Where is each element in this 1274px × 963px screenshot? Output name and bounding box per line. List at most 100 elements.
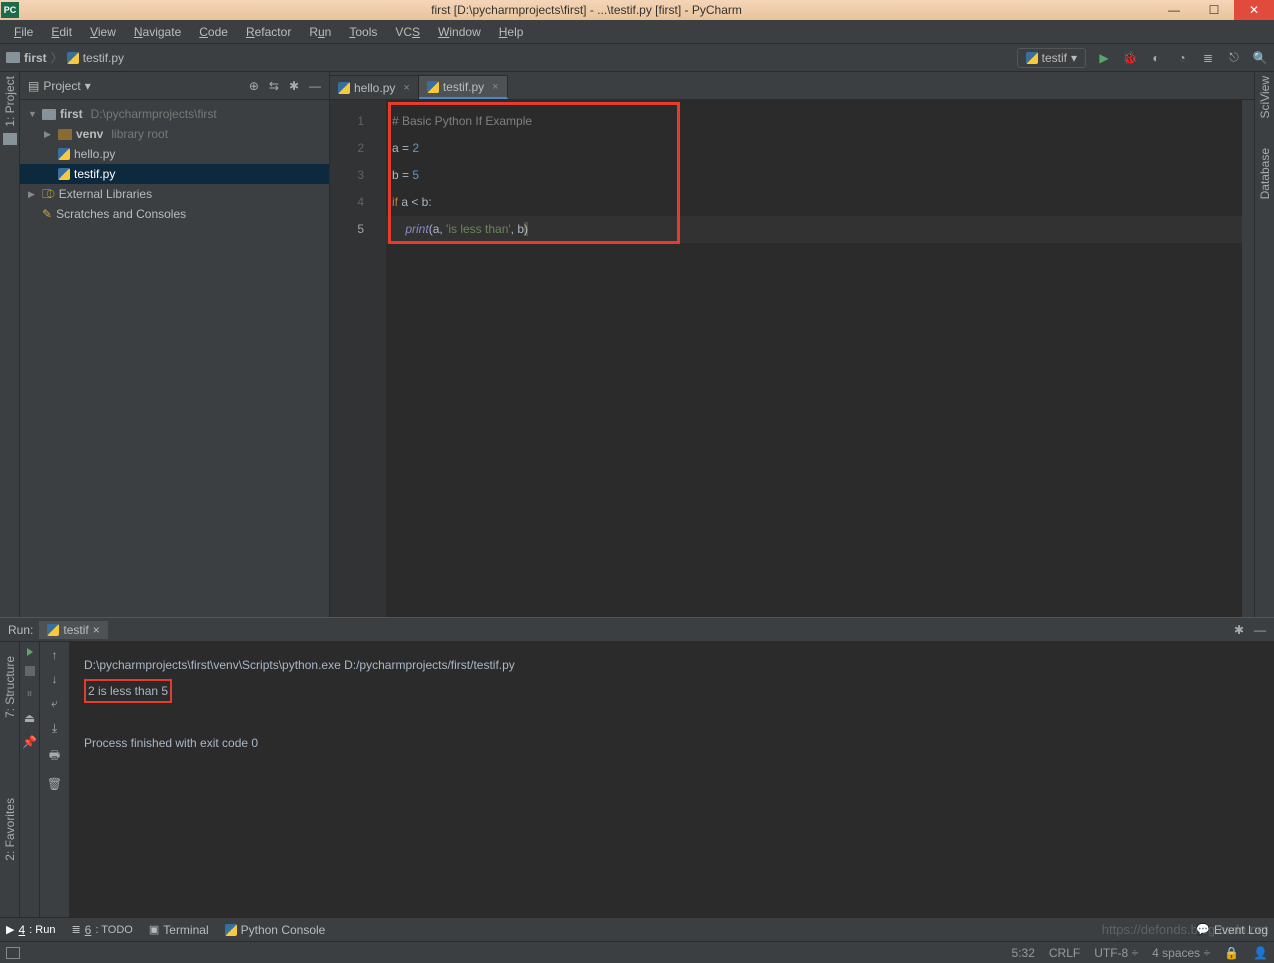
code-content[interactable]: # Basic Python If Example a = 2 b = 5 if… xyxy=(386,100,1242,617)
python-file-icon xyxy=(427,81,439,93)
settings-gear-icon[interactable]: ✱ xyxy=(1234,623,1244,637)
close-button[interactable]: ✕ xyxy=(1234,0,1274,20)
code-editor[interactable]: 12345 # Basic Python If Example a = 2 b … xyxy=(330,100,1254,617)
python-file-icon xyxy=(58,148,70,160)
stop-button[interactable] xyxy=(25,666,35,676)
debug-button[interactable]: 🐞 xyxy=(1122,50,1138,66)
attach-button[interactable]: ⎋ xyxy=(1226,50,1242,66)
run-config-dropdown[interactable]: testif ▾ xyxy=(1017,48,1086,68)
status-encoding[interactable]: UTF-8 ÷ xyxy=(1094,946,1138,960)
sidebar-tab-database[interactable]: Database xyxy=(1258,148,1272,199)
console-exit-message: Process finished with exit code 0 xyxy=(84,730,1260,756)
pycharm-logo-icon: PC xyxy=(1,2,19,18)
python-file-icon xyxy=(1026,52,1038,64)
menu-window[interactable]: Window xyxy=(430,23,489,41)
run-console-output[interactable]: D:\pycharmprojects\first\venv\Scripts\py… xyxy=(70,642,1274,917)
maximize-button[interactable]: ☐ xyxy=(1194,0,1234,20)
sidebar-tab-sciview[interactable]: SciView xyxy=(1258,76,1272,118)
bottom-tab-todo[interactable]: ≣ 6: TODO xyxy=(71,923,132,937)
menu-run[interactable]: Run xyxy=(301,23,339,41)
status-caret-pos[interactable]: 5:32 xyxy=(1012,946,1035,960)
pause-button[interactable]: ⏸ xyxy=(26,686,32,701)
menu-help[interactable]: Help xyxy=(491,23,532,41)
menu-tools[interactable]: Tools xyxy=(341,23,385,41)
tree-venv[interactable]: ▶ venv library root xyxy=(20,124,329,144)
bottom-tab-run[interactable]: ▶ 4: Run xyxy=(6,923,55,937)
close-tab-icon[interactable]: × xyxy=(93,623,100,637)
soft-wrap-icon[interactable]: ⤶ xyxy=(51,696,58,711)
menu-edit[interactable]: Edit xyxy=(43,23,80,41)
menu-vcs[interactable]: VCS xyxy=(387,23,428,41)
status-indent[interactable]: 4 spaces ÷ xyxy=(1152,946,1210,960)
status-git-icon[interactable]: 🔒 xyxy=(1224,946,1239,960)
scroll-end-icon[interactable]: ⤓ xyxy=(52,721,57,736)
hide-icon[interactable]: — xyxy=(309,79,321,93)
chevron-down-icon: ▾ xyxy=(1071,51,1077,65)
editor-area: hello.py × testif.py × 12345 # Basic Pyt… xyxy=(330,72,1254,617)
up-arrow-icon[interactable]: ↑ xyxy=(52,648,58,662)
menu-code[interactable]: Code xyxy=(191,23,236,41)
project-tree[interactable]: ▼ first D:\pycharmprojects\first ▶ venv … xyxy=(20,100,329,617)
status-inspect-icon[interactable]: 👤 xyxy=(1253,946,1268,960)
breadcrumb[interactable]: first 〉 testif.py xyxy=(6,49,124,66)
left-side-lower-strip: 7: Structure 2: Favorites xyxy=(0,642,20,917)
menu-navigate[interactable]: Navigate xyxy=(126,23,189,41)
status-bar: 5:32 CRLF UTF-8 ÷ 4 spaces ÷ 🔒 👤 xyxy=(0,941,1274,963)
clear-icon[interactable]: 🗑 xyxy=(47,777,62,791)
hide-icon[interactable]: — xyxy=(1254,623,1266,637)
tree-file-hello[interactable]: hello.py xyxy=(20,144,329,164)
breadcrumb-root[interactable]: first xyxy=(24,51,47,65)
close-tab-icon[interactable]: × xyxy=(403,82,409,94)
sidebar-tab-favorites[interactable]: 2: Favorites xyxy=(3,798,17,861)
run-button[interactable]: ▶ xyxy=(1096,50,1112,66)
coverage-button[interactable]: ◐ xyxy=(1148,50,1164,66)
scratch-icon: ✎ xyxy=(42,207,52,221)
search-everywhere-button[interactable]: 🔍 xyxy=(1252,50,1268,66)
folder-icon xyxy=(42,109,56,120)
pin-button[interactable]: 📌 xyxy=(22,735,37,749)
down-arrow-icon[interactable]: ↓ xyxy=(52,672,58,686)
run-output-toolbar: ↑ ↓ ⤶ ⤓ 🖶 🗑 xyxy=(40,642,70,917)
exit-button[interactable]: ⏏ xyxy=(24,711,35,725)
run-config-name: testif xyxy=(1042,51,1067,65)
minimize-button[interactable]: — xyxy=(1154,0,1194,20)
python-file-icon xyxy=(338,82,350,94)
sidebar-tab-structure[interactable]: 7: Structure xyxy=(3,656,17,718)
project-tool-window: ▤ Project ▾ ⊕ ⇆ ✱ — ▼ first D:\pycharmpr… xyxy=(20,72,330,617)
window-titlebar: PC first [D:\pycharmprojects\first] - ..… xyxy=(0,0,1274,20)
menu-refactor[interactable]: Refactor xyxy=(238,23,299,41)
bottom-tab-terminal[interactable]: ▣ Terminal xyxy=(149,923,209,937)
sidebar-tab-project[interactable]: 1: Project xyxy=(3,76,17,127)
menu-file[interactable]: File xyxy=(6,23,41,41)
tree-external-libraries[interactable]: ▶⎄ External Libraries xyxy=(20,184,329,204)
menu-view[interactable]: View xyxy=(82,23,124,41)
concurrency-button[interactable]: ≣ xyxy=(1200,50,1216,66)
settings-gear-icon[interactable]: ✱ xyxy=(289,79,299,93)
tab-testif[interactable]: testif.py × xyxy=(419,75,508,99)
profile-button[interactable]: ◔ xyxy=(1174,50,1190,66)
locate-icon[interactable]: ⊕ xyxy=(249,79,259,93)
chevron-down-icon[interactable]: ▾ xyxy=(85,79,91,93)
bottom-tab-pyconsole[interactable]: Python Console xyxy=(225,923,326,937)
rerun-button[interactable] xyxy=(27,648,33,656)
python-icon xyxy=(225,924,237,936)
toolwindow-toggle-icon[interactable] xyxy=(6,947,20,959)
project-panel-header: ▤ Project ▾ ⊕ ⇆ ✱ — xyxy=(20,72,329,100)
tree-scratches[interactable]: ▶✎ Scratches and Consoles xyxy=(20,204,329,224)
library-icon: ⎄ xyxy=(42,187,55,202)
right-tool-strip: SciView Database xyxy=(1254,72,1274,617)
editor-scrollbar[interactable] xyxy=(1242,100,1254,617)
tree-project-root[interactable]: ▼ first D:\pycharmprojects\first xyxy=(20,104,329,124)
run-tab-testif[interactable]: testif × xyxy=(39,621,107,639)
breadcrumb-file[interactable]: testif.py xyxy=(83,51,124,65)
bottom-tab-eventlog[interactable]: 💬 Event Log xyxy=(1196,923,1268,937)
tab-hello[interactable]: hello.py × xyxy=(330,75,419,99)
collapse-icon[interactable]: ⇆ xyxy=(269,79,279,93)
line-gutter: 12345 xyxy=(330,100,386,617)
window-title: first [D:\pycharmprojects\first] - ...\t… xyxy=(19,3,1154,17)
tree-file-testif[interactable]: testif.py xyxy=(20,164,329,184)
print-icon[interactable]: 🖶 xyxy=(49,746,60,767)
close-tab-icon[interactable]: × xyxy=(492,81,498,93)
project-panel-title[interactable]: Project xyxy=(43,79,80,93)
status-line-sep[interactable]: CRLF xyxy=(1049,946,1080,960)
